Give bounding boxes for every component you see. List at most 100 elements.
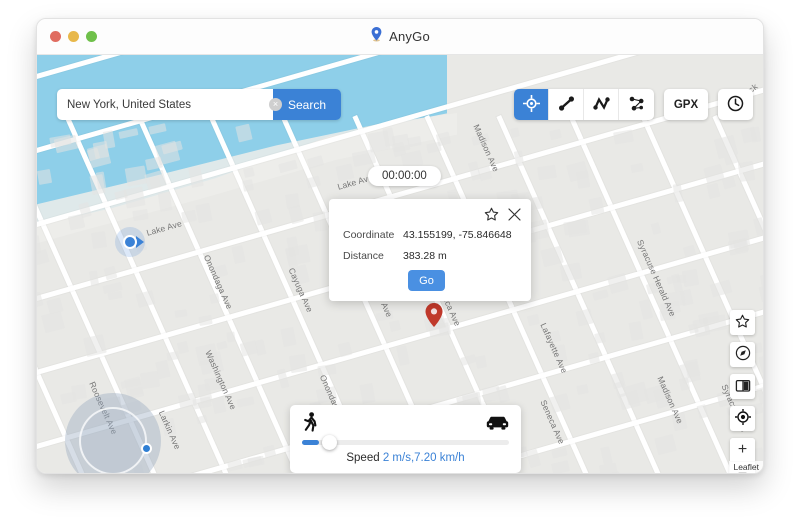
compass-button[interactable] xyxy=(730,342,755,367)
building-footprint xyxy=(540,245,564,266)
building-footprint xyxy=(306,176,321,189)
building-footprint xyxy=(280,327,296,347)
speed-slider-thumb[interactable] xyxy=(322,435,337,450)
multi-node-route-icon xyxy=(628,95,645,115)
distance-value: 383.28 m xyxy=(403,250,447,262)
locate-button[interactable] xyxy=(730,406,755,431)
speed-value: 2 m/s,7.20 km/h xyxy=(383,452,465,464)
building-footprint xyxy=(288,354,306,373)
building-footprint xyxy=(707,183,720,199)
app-window: AnyGo Lake AveLake AveMadison AveBlackOn… xyxy=(36,18,764,474)
building-footprint xyxy=(286,244,311,265)
building-footprint xyxy=(91,231,107,249)
accuracy-inner-ring xyxy=(79,407,147,474)
building-footprint xyxy=(88,271,98,287)
map-canvas[interactable]: Lake AveLake AveMadison AveBlackOnondaga… xyxy=(37,55,764,474)
speed-endpoint-icons xyxy=(302,412,509,438)
building-footprint xyxy=(599,462,618,474)
accuracy-circle xyxy=(65,393,161,474)
popup-actions xyxy=(484,207,521,222)
building-footprint xyxy=(592,289,609,301)
map-attribution[interactable]: Leaflet xyxy=(729,461,763,473)
page-title: AnyGo xyxy=(389,29,430,44)
zoom-in-button[interactable]: + xyxy=(730,438,755,462)
close-icon[interactable] xyxy=(508,208,521,221)
go-button[interactable]: Go xyxy=(408,270,445,291)
building-footprint xyxy=(510,127,520,138)
distance-row: Distance 383.28 m xyxy=(343,250,512,262)
timer-display: 00:00:00 xyxy=(368,166,441,186)
distance-label: Distance xyxy=(343,250,403,262)
building-footprint xyxy=(559,262,582,282)
teleport-mode-button[interactable] xyxy=(514,89,549,120)
building-footprint xyxy=(607,273,629,294)
building-footprint xyxy=(740,126,757,143)
building-footprint xyxy=(613,129,634,144)
search-bar[interactable]: × Search xyxy=(57,89,341,120)
gpx-button[interactable]: GPX xyxy=(664,89,708,120)
two-point-route-icon xyxy=(558,95,575,115)
building-footprint xyxy=(198,315,212,326)
building-footprint xyxy=(575,308,593,326)
mode-toolbar: GPX xyxy=(514,89,753,120)
building-footprint xyxy=(549,128,562,139)
current-location-marker[interactable] xyxy=(115,227,145,257)
location-dot xyxy=(123,235,137,249)
title-bar: AnyGo xyxy=(37,19,763,55)
book-layers-icon xyxy=(735,378,751,396)
building-footprint xyxy=(389,320,401,332)
building-footprint xyxy=(177,341,189,354)
window-traffic-lights xyxy=(50,31,97,42)
speed-slider-fill xyxy=(302,440,319,445)
building-footprint xyxy=(237,397,255,408)
speed-slider[interactable] xyxy=(302,440,509,445)
layers-button[interactable] xyxy=(730,374,755,399)
building-footprint xyxy=(216,341,227,351)
search-input[interactable] xyxy=(57,89,273,120)
location-heading-arrow xyxy=(136,236,144,248)
building-footprint xyxy=(47,297,65,314)
two-spot-mode-button[interactable] xyxy=(549,89,584,120)
building-footprint xyxy=(468,161,481,180)
multi-spot-mode-button[interactable] xyxy=(584,89,619,120)
building-footprint xyxy=(738,161,755,182)
multi-stop-mode-button[interactable] xyxy=(619,89,654,120)
destination-pin[interactable] xyxy=(425,303,443,332)
building-footprint xyxy=(588,197,604,215)
zigzag-route-icon xyxy=(593,95,610,115)
building-footprint xyxy=(352,150,376,168)
building-footprint xyxy=(623,381,648,405)
star-icon[interactable] xyxy=(484,207,499,222)
street-label: Lake Ave xyxy=(145,218,183,238)
building-footprint xyxy=(753,217,764,236)
speed-panel: Speed 2 m/s,7.20 km/h xyxy=(290,405,521,473)
accuracy-center-dot xyxy=(141,443,152,454)
building-footprint xyxy=(196,203,213,224)
building-footprint xyxy=(722,176,736,189)
building-footprint xyxy=(181,210,197,223)
clock-icon xyxy=(727,95,744,115)
building-footprint xyxy=(359,383,375,404)
building-footprint xyxy=(551,460,570,474)
history-button[interactable] xyxy=(718,89,753,120)
clear-icon[interactable]: × xyxy=(269,98,282,111)
building-footprint xyxy=(262,444,275,457)
search-button[interactable]: Search xyxy=(273,89,341,120)
road-segment xyxy=(497,115,729,474)
building-footprint xyxy=(631,163,644,173)
building-footprint xyxy=(588,353,600,365)
star-icon xyxy=(735,314,750,332)
building-footprint xyxy=(103,265,117,280)
close-button[interactable] xyxy=(50,31,61,42)
minimize-button[interactable] xyxy=(68,31,79,42)
speed-readout: Speed 2 m/s,7.20 km/h xyxy=(290,452,521,464)
maximize-button[interactable] xyxy=(86,31,97,42)
building-footprint xyxy=(396,346,410,366)
building-footprint xyxy=(528,219,550,240)
coordinate-label: Coordinate xyxy=(343,229,403,241)
building-footprint xyxy=(600,446,613,465)
gpx-segment-group: GPX xyxy=(664,89,708,120)
street-label: Onondaga Ave xyxy=(202,253,235,311)
favorites-button[interactable] xyxy=(730,310,755,335)
walking-person-icon xyxy=(302,412,319,438)
